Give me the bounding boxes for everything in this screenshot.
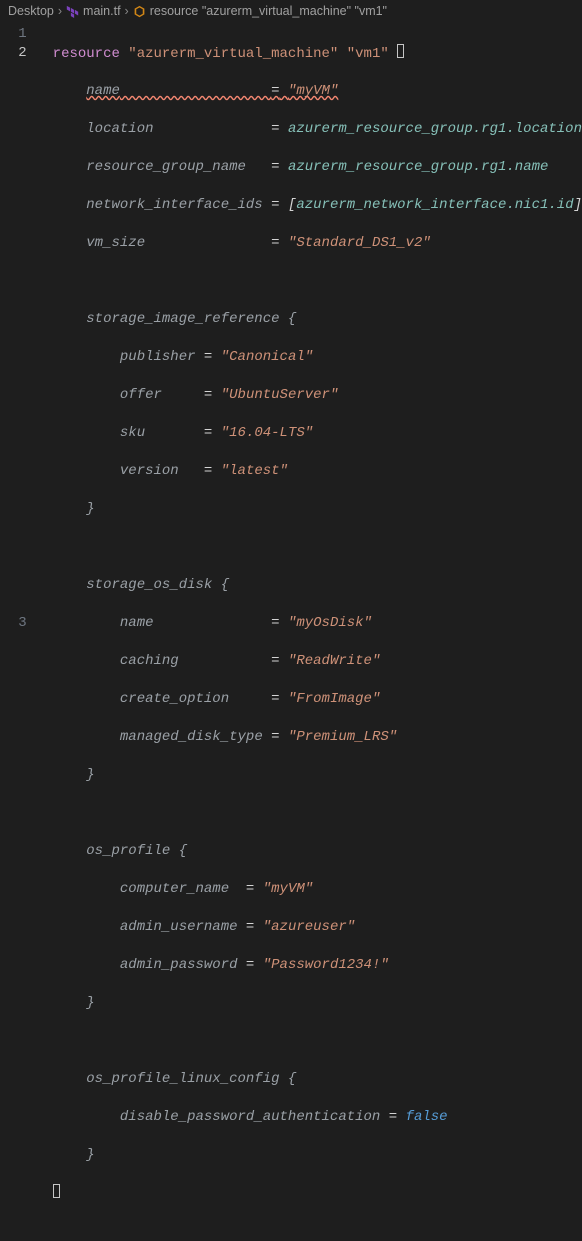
code-editor[interactable]: 1 2 3 resource "azurerm_virtual_machine"… [0,22,582,1241]
line-number: 2 [0,44,27,63]
chevron-right-icon: › [125,4,129,18]
string: "vm1" [347,46,389,62]
code-error-span: name = "myVM" [86,83,338,99]
line-number: 1 [0,25,27,44]
cursor-bracket-icon [53,1184,60,1198]
terraform-file-icon [66,5,79,18]
line-number-gutter: 1 2 3 [0,22,39,1241]
chevron-right-icon: › [58,4,62,18]
line-number: 3 [0,614,27,633]
breadcrumb-segment-symbol[interactable]: resource "azurerm_virtual_machine" "vm1" [150,4,387,18]
keyword: resource [53,46,120,62]
breadcrumb-segment-file[interactable]: main.tf [83,4,121,18]
symbol-icon [133,5,146,18]
string: "azurerm_virtual_machine" [128,46,338,62]
breadcrumb[interactable]: Desktop › main.tf › resource "azurerm_vi… [0,0,582,22]
code-content[interactable]: resource "azurerm_virtual_machine" "vm1"… [39,22,582,1241]
cursor-bracket-icon [397,44,404,58]
breadcrumb-segment-folder[interactable]: Desktop [8,4,54,18]
